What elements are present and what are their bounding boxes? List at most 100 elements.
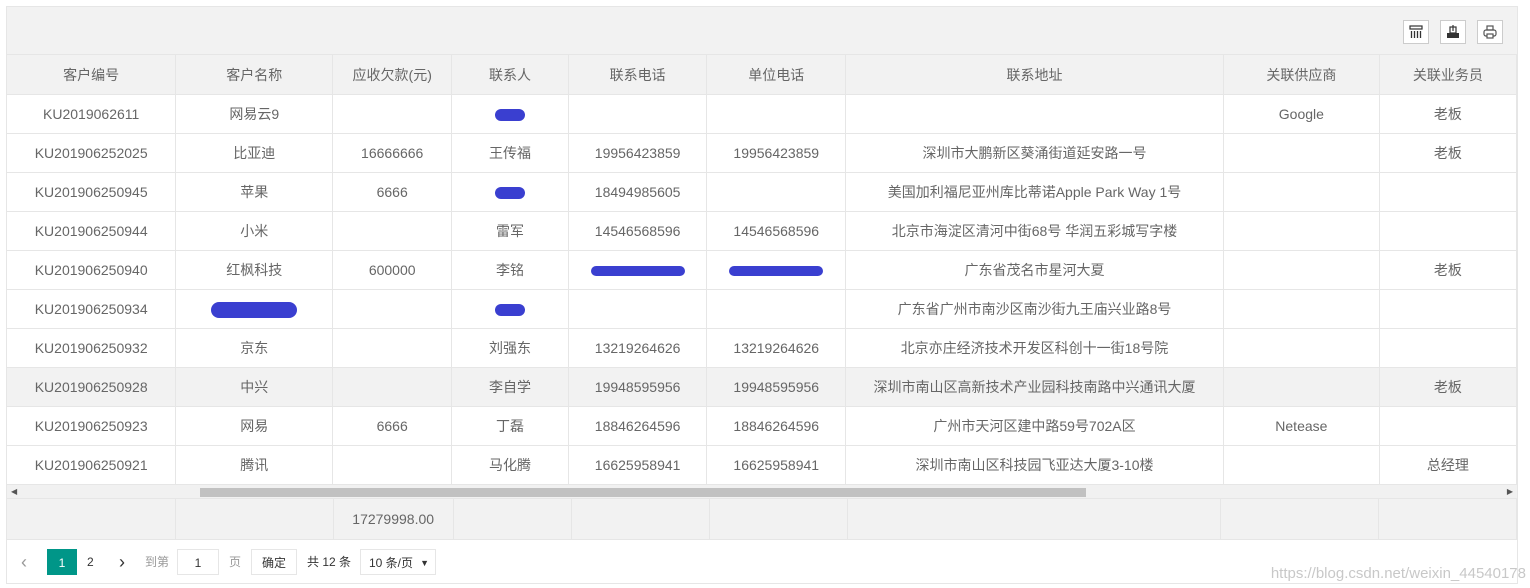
- table-cell: 李自学: [451, 367, 569, 407]
- table-cell: [1223, 289, 1380, 329]
- table-cell: 老板: [1379, 133, 1517, 173]
- table-row[interactable]: KU201906250940 红枫科技 600000 李铭 广东省茂名市星河大夏 老板: [7, 250, 1517, 290]
- column-header[interactable]: 关联供应商: [1223, 55, 1380, 95]
- column-header[interactable]: 关联业务员: [1379, 55, 1517, 95]
- table-cell: [1223, 133, 1380, 173]
- table-cell: KU201906250944: [7, 211, 177, 251]
- table-cell: [1379, 406, 1517, 446]
- table-cell: [706, 94, 847, 134]
- columns-filter-button[interactable]: [1403, 20, 1429, 44]
- table-cell: [1379, 328, 1517, 368]
- page-size-value: 10 条/页: [369, 556, 414, 570]
- redacted-cell: [451, 289, 569, 329]
- table-cell: [332, 328, 453, 368]
- table-cell: 深圳市南山区高新技术产业园科技南路中兴通讯大厦: [845, 367, 1224, 407]
- table-cell: [332, 445, 453, 485]
- table-row[interactable]: KU201906250928 中兴 李自学 19948595956 1994859595…: [7, 367, 1517, 407]
- table-cell: KU201906250928: [7, 367, 177, 407]
- table-row[interactable]: KU201906252025 比亚迪 16666666 王传福 19956423859 1…: [7, 133, 1517, 173]
- page-size-select[interactable]: 10 条/页 ▼: [360, 549, 436, 575]
- table-cell: 老板: [1379, 250, 1517, 290]
- table-row[interactable]: KU201906250932 京东 刘强东 13219264626 1321926462…: [7, 328, 1517, 368]
- table-cell: [1223, 328, 1380, 368]
- table-cell: 18494985605: [568, 172, 708, 212]
- table-cell: 6666: [332, 406, 453, 446]
- table-row[interactable]: KU201906250944 小米 雷军 14546568596 14546568596…: [7, 211, 1517, 251]
- total-cell: [1378, 499, 1517, 540]
- confirm-button[interactable]: 确定: [251, 549, 297, 575]
- total-cell: [709, 499, 849, 540]
- table-cell: 16625958941: [706, 445, 847, 485]
- column-header[interactable]: 联系人: [451, 55, 569, 95]
- table-cell: 老板: [1379, 94, 1517, 134]
- table-cell: 腾讯: [175, 445, 334, 485]
- goto-page-input[interactable]: 1: [177, 549, 219, 575]
- table-row[interactable]: KU201906250921 腾讯 马化腾 16625958941 1662595894…: [7, 445, 1517, 485]
- table-cell: 广东省广州市南沙区南沙街九王庙兴业路8号: [845, 289, 1224, 329]
- table-cell: KU201906250932: [7, 328, 177, 368]
- table-cell: 比亚迪: [175, 133, 334, 173]
- prev-page-button[interactable]: ‹: [21, 549, 27, 575]
- columns-icon: [1409, 25, 1423, 38]
- table-cell: 18846264596: [706, 406, 847, 446]
- table-cell: 13219264626: [568, 328, 708, 368]
- scrollbar-thumb[interactable]: [200, 488, 1086, 497]
- total-cell: [453, 499, 573, 540]
- watermark: https://blog.csdn.net/weixin_44540178: [1270, 565, 1526, 582]
- column-header[interactable]: 联系地址: [845, 55, 1224, 95]
- horizontal-scrollbar[interactable]: ◀ ▶: [7, 484, 1517, 499]
- column-header[interactable]: 联系电话: [568, 55, 708, 95]
- table-cell: [1223, 172, 1380, 212]
- print-icon: [1483, 25, 1497, 39]
- table-cell: 19956423859: [568, 133, 708, 173]
- table-row[interactable]: KU201906250923 网易 6666 丁磊 18846264596 1884626…: [7, 406, 1517, 446]
- redaction-mark: [590, 266, 685, 277]
- table-cell: 老板: [1379, 367, 1517, 407]
- page-2-button[interactable]: 2: [87, 549, 97, 575]
- redacted-cell: [706, 250, 847, 290]
- table-cell: 16625958941: [568, 445, 708, 485]
- scroll-right-arrow-icon[interactable]: ▶: [1507, 487, 1513, 497]
- table-cell: 14546568596: [706, 211, 847, 251]
- column-header[interactable]: 应收欠款(元): [332, 55, 453, 95]
- data-grid: 客户编号 客户名称 应收欠款(元) 联系人 联系电话 单位电话 联系地址 关联供…: [7, 55, 1517, 485]
- table-cell: 13219264626: [706, 328, 847, 368]
- print-button[interactable]: [1477, 20, 1503, 44]
- table-cell: 李铭: [451, 250, 569, 290]
- table-cell: [845, 94, 1224, 134]
- table-cell: 广州市天河区建中路59号702A区: [845, 406, 1224, 446]
- column-header[interactable]: 客户编号: [7, 55, 177, 95]
- table-cell: 京东: [175, 328, 334, 368]
- table-cell: 小米: [175, 211, 334, 251]
- column-header[interactable]: 单位电话: [706, 55, 847, 95]
- page-1-button[interactable]: 1: [47, 549, 77, 575]
- scroll-left-arrow-icon[interactable]: ◀: [11, 487, 17, 497]
- table-cell: [1223, 445, 1380, 485]
- table-row[interactable]: KU201906250934 广东省广州市南沙区南沙街九王庙兴业路8号: [7, 289, 1517, 329]
- table-cell: 深圳市南山区科技园飞亚达大厦3-10楼: [845, 445, 1224, 485]
- total-cell: [847, 499, 1222, 540]
- total-cell: [571, 499, 711, 540]
- table-cell: 王传福: [451, 133, 569, 173]
- page-label: 页: [229, 555, 242, 569]
- redaction-mark: [494, 304, 525, 317]
- redaction-mark: [729, 266, 824, 277]
- column-header[interactable]: 客户名称: [175, 55, 334, 95]
- table-cell: [332, 211, 453, 251]
- table-cell: 总经理: [1379, 445, 1517, 485]
- table-row[interactable]: KU2019062611 网易云9 Google 老板: [7, 94, 1517, 134]
- total-count-label: 共 12 条: [307, 555, 352, 569]
- total-debt-value: 17279998.00: [333, 499, 454, 540]
- table-cell: Netease: [1223, 406, 1380, 446]
- table-row[interactable]: KU201906250945 苹果 6666 18494985605 美国加利福尼亚州库…: [7, 172, 1517, 212]
- next-page-button[interactable]: ›: [119, 549, 125, 575]
- table-cell: 16666666: [332, 133, 453, 173]
- chevron-down-icon: ▼: [420, 558, 429, 568]
- table-cell: [1223, 367, 1380, 407]
- table-cell: KU2019062611: [7, 94, 177, 134]
- redaction-mark: [211, 301, 298, 318]
- table-cell: [1379, 172, 1517, 212]
- export-button[interactable]: [1440, 20, 1466, 44]
- redacted-cell: [568, 250, 708, 290]
- table-cell: 网易云9: [175, 94, 334, 134]
